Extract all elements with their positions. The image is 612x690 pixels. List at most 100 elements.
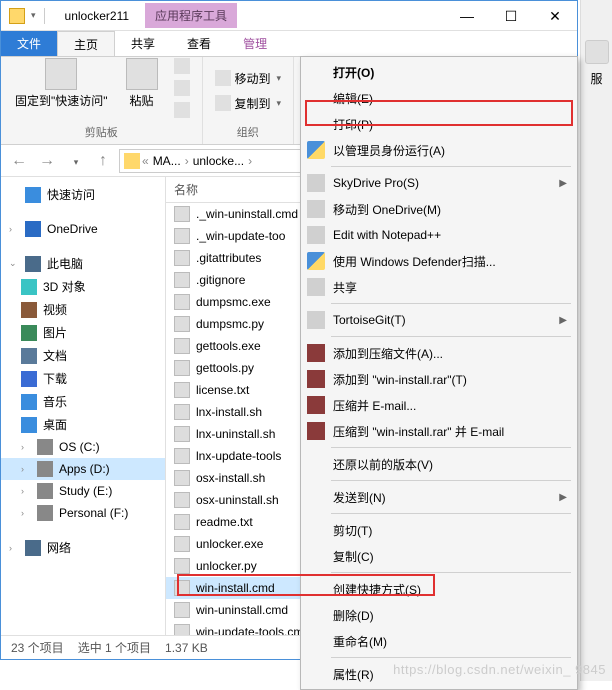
rar-icon [307, 422, 325, 440]
ctx-open[interactable]: 打开(O) [303, 59, 575, 85]
ctx-edit[interactable]: 编辑(E) [303, 85, 575, 111]
sidebar-osc[interactable]: ›OS (C:) [1, 436, 165, 458]
ctx-rename[interactable]: 重命名(M) [303, 628, 575, 654]
up-button[interactable]: ↑ [91, 149, 115, 173]
ctx-rar-email[interactable]: 压缩到 "win-install.rar" 并 E-mail [303, 418, 575, 444]
recent-button[interactable]: ▾ [63, 149, 87, 173]
paste-icon [126, 58, 158, 90]
desktop-icon [21, 417, 37, 433]
file-icon [174, 338, 190, 354]
paste-shortcut-button[interactable] [170, 100, 194, 120]
rar-icon [307, 396, 325, 414]
pin-icon [45, 58, 77, 90]
sidebar-network[interactable]: ›网络 [1, 536, 165, 559]
ctx-npp[interactable]: Edit with Notepad++ [303, 222, 575, 248]
back-button[interactable]: ← [7, 149, 31, 173]
forward-button[interactable]: → [35, 149, 59, 173]
file-icon [174, 294, 190, 310]
music-icon [21, 394, 37, 410]
side-text: 服 [581, 70, 612, 87]
share-icon [307, 278, 325, 296]
pin-button[interactable]: 固定到"快速访问" [9, 56, 114, 120]
ctx-defender[interactable]: 使用 Windows Defender扫描... [303, 248, 575, 274]
window-title: unlocker211 [57, 9, 138, 23]
sidebar-3d[interactable]: 3D 对象 [1, 275, 165, 298]
ctx-copy[interactable]: 复制(C) [303, 543, 575, 569]
tortoise-icon [307, 311, 325, 329]
sidebar-docs[interactable]: 文档 [1, 344, 165, 367]
cut-button[interactable] [170, 56, 194, 76]
npp-icon [307, 226, 325, 244]
sidebar-downloads[interactable]: 下载 [1, 367, 165, 390]
context-tab-label: 应用程序工具 [145, 3, 237, 28]
move-to-button[interactable]: 移动到▾ [211, 68, 286, 89]
file-icon [174, 602, 190, 618]
sidebar-quick-access[interactable]: 快速访问 [1, 183, 165, 206]
ctx-restore[interactable]: 还原以前的版本(V) [303, 451, 575, 477]
minimize-button[interactable]: — [445, 2, 489, 30]
file-icon [174, 360, 190, 376]
paste-shortcut-icon [174, 102, 190, 118]
sidebar-thispc[interactable]: ⌄此电脑 [1, 252, 165, 275]
ctx-share[interactable]: 共享 [303, 274, 575, 300]
shield-icon [307, 141, 325, 159]
drive-icon [37, 439, 53, 455]
file-icon [174, 426, 190, 442]
qat-dropdown[interactable]: ▾ [31, 10, 36, 21]
tab-file[interactable]: 文件 [1, 31, 57, 56]
maximize-button[interactable]: ☐ [489, 2, 533, 30]
network-icon [25, 540, 41, 556]
ctx-skydrive[interactable]: SkyDrive Pro(S)▶ [303, 170, 575, 196]
sidebar-study[interactable]: ›Study (E:) [1, 480, 165, 502]
file-icon [174, 228, 190, 244]
organize-group-label: 组织 [211, 124, 286, 140]
video-icon [21, 302, 37, 318]
file-icon [174, 514, 190, 530]
ctx-onedrive[interactable]: 移动到 OneDrive(M) [303, 196, 575, 222]
sidebar-video[interactable]: 视频 [1, 298, 165, 321]
sidebar-pictures[interactable]: 图片 [1, 321, 165, 344]
doc-icon [21, 348, 37, 364]
breadcrumb-1[interactable]: MA... [151, 154, 183, 168]
ctx-add-rar[interactable]: 添加到 "win-install.rar"(T) [303, 366, 575, 392]
tab-view[interactable]: 查看 [171, 31, 227, 56]
ctx-cut[interactable]: 剪切(T) [303, 517, 575, 543]
sidebar-personal[interactable]: ›Personal (F:) [1, 502, 165, 524]
star-icon [25, 187, 41, 203]
ctx-sendto[interactable]: 发送到(N)▶ [303, 484, 575, 510]
file-icon [174, 580, 190, 596]
close-button[interactable]: ✕ [533, 2, 577, 30]
rar-icon [307, 370, 325, 388]
ctx-email[interactable]: 压缩并 E-mail... [303, 392, 575, 418]
copy-icon [215, 95, 231, 111]
addr-folder-icon [124, 153, 140, 169]
tab-manage[interactable]: 管理 [227, 31, 283, 56]
copy-to-button[interactable]: 复制到▾ [211, 93, 286, 114]
ctx-add-archive[interactable]: 添加到压缩文件(A)... [303, 340, 575, 366]
file-icon [174, 316, 190, 332]
sidebar-music[interactable]: 音乐 [1, 390, 165, 413]
file-icon [174, 624, 190, 635]
breadcrumb-2[interactable]: unlocke... [191, 154, 246, 168]
copy-path-button[interactable] [170, 78, 194, 98]
file-icon [174, 404, 190, 420]
file-icon [174, 206, 190, 222]
ribbon-tabs: 文件 主页 共享 查看 管理 [1, 31, 577, 57]
rar-icon [307, 344, 325, 362]
cloud-icon [25, 221, 41, 237]
sidebar-onedrive[interactable]: ›OneDrive [1, 218, 165, 240]
ctx-shortcut[interactable]: 创建快捷方式(S) [303, 576, 575, 602]
file-icon [174, 492, 190, 508]
ctx-delete[interactable]: 删除(D) [303, 602, 575, 628]
ctx-tortoise[interactable]: TortoiseGit(T)▶ [303, 307, 575, 333]
picture-icon [21, 325, 37, 341]
drive-icon [37, 505, 53, 521]
sidebar-apps[interactable]: ›Apps (D:) [1, 458, 165, 480]
side-chip [585, 40, 609, 64]
ctx-print[interactable]: 打印(P) [303, 111, 575, 137]
ctx-run-admin[interactable]: 以管理员身份运行(A) [303, 137, 575, 163]
tab-share[interactable]: 共享 [115, 31, 171, 56]
paste-button[interactable]: 粘贴 [120, 56, 164, 120]
tab-home[interactable]: 主页 [57, 31, 115, 56]
sidebar-desktop[interactable]: 桌面 [1, 413, 165, 436]
